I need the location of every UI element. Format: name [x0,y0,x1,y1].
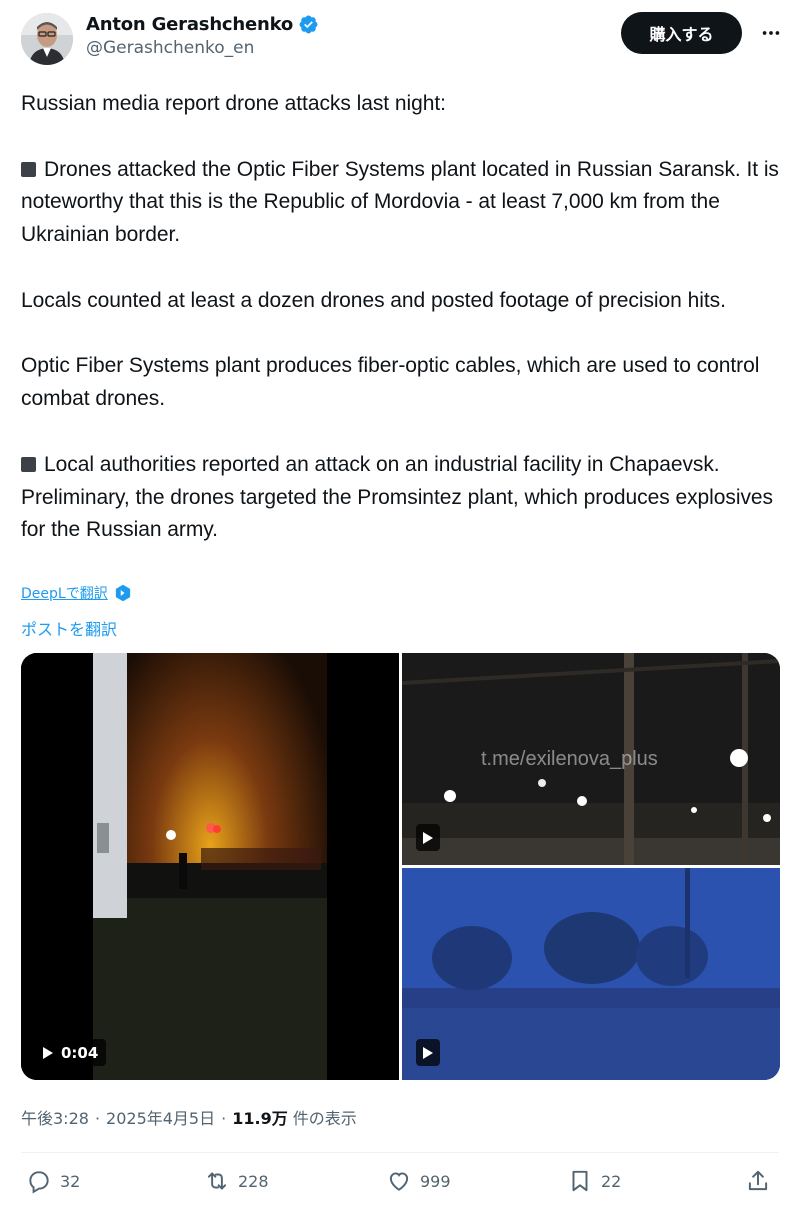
avatar-photo [21,13,73,65]
share-icon [748,1170,768,1191]
reply-button[interactable]: 32 [26,1168,80,1194]
video-watermark: t.me/exilenova_plus [481,748,658,770]
repost-button[interactable]: 228 [204,1168,269,1194]
deepl-translate-link[interactable]: DeepLで翻訳 [21,583,132,603]
repost-count: 228 [238,1171,269,1191]
bookmark-icon [572,1170,588,1192]
reply-count: 32 [60,1171,81,1191]
play-icon [423,831,433,844]
deepl-label: DeepLで翻訳 [21,586,108,602]
black-square-icon [21,456,36,472]
tweet-intro: Russian media report drone attacks last … [21,92,446,115]
author-block: Anton Gerashchenko @Gerashchenko_en [86,14,319,58]
tweet-paragraph-3: Optic Fiber Systems plant produces fiber… [21,354,760,411]
black-square-icon [21,161,36,177]
bookmark-button[interactable]: 22 [567,1168,621,1194]
blue-dusk-scene [402,868,780,1080]
night-fire-scene [21,653,399,1080]
share-button[interactable] [745,1168,771,1194]
views-label: 件の表示 [292,1109,357,1128]
avatar[interactable] [21,13,73,65]
tweet-header: Anton Gerashchenko @Gerashchenko_en 購入する [21,12,784,68]
video-play-badge[interactable]: 0:04 [35,1039,107,1066]
translate-post-link[interactable]: ポストを翻訳 [21,616,117,640]
media-grid: 0:04 t.me/exilenova_plus [21,653,780,1080]
video-play-badge-2[interactable] [416,824,440,851]
action-bar: 32 228 999 22 [21,1168,779,1204]
tweet-text: Russian media report drone attacks last … [21,88,781,547]
like-button[interactable]: 999 [386,1168,451,1194]
more-options-icon[interactable] [758,20,784,46]
deepl-icon [115,584,130,602]
play-icon [43,1046,53,1059]
like-count: 999 [420,1171,451,1191]
video-thumbnail-3[interactable] [402,868,780,1080]
video-thumbnail-2[interactable]: t.me/exilenova_plus [402,653,780,865]
video-play-badge-3[interactable] [416,1039,440,1066]
tweet-time[interactable]: 午後3:28 [21,1105,89,1129]
video-thumbnail-1[interactable]: 0:04 [21,653,399,1080]
views-count: 11.9万 [232,1109,288,1128]
tweet-paragraph-1-text: Drones attacked the Optic Fiber Systems … [21,157,779,247]
reply-icon [29,1171,49,1194]
tweet-paragraph-1: Drones attacked the Optic Fiber Systems … [21,154,781,252]
tweet-paragraph-4-text: Local authorities reported an attack on … [21,452,773,542]
subscribe-button[interactable]: 購入する [621,12,742,54]
heart-icon [389,1172,409,1191]
meta-separator: · [221,1109,227,1128]
author-handle[interactable]: @Gerashchenko_en [86,38,319,58]
verified-badge-icon[interactable] [298,14,319,35]
tweet-date[interactable]: 2025年4月5日 [106,1105,215,1129]
meta-separator: · [94,1109,101,1128]
video-duration: 0:04 [61,1043,99,1062]
tweet-paragraph-4: Local authorities reported an attack on … [21,449,781,547]
more-dots-icon [762,31,780,35]
repost-icon [207,1172,227,1190]
play-icon [423,1046,433,1059]
author-name[interactable]: Anton Gerashchenko [86,14,293,35]
bookmark-count: 22 [601,1171,622,1191]
tweet-paragraph-2: Locals counted at least a dozen drones a… [21,288,726,312]
divider [21,1152,779,1153]
tweet-metadata: 午後3:28 · 2025年4月5日 · 11.9万 件の表示 [21,1105,357,1129]
